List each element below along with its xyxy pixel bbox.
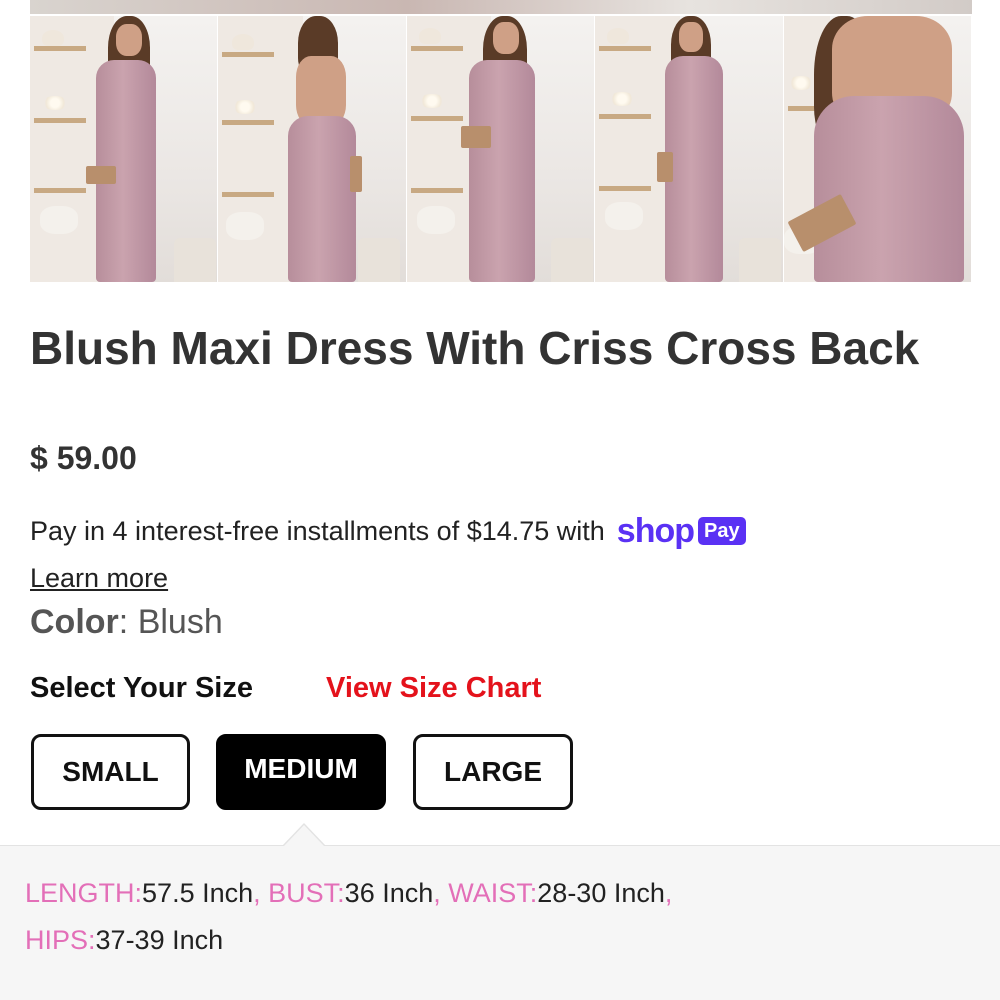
hips-value: 37-39 Inch [95,925,224,955]
measurements-line-1: LENGTH:57.5 Inch, BUST:36 Inch, WAIST:28… [25,878,672,909]
waist-value: 28-30 Inch [537,878,665,908]
size-measurements-panel [0,845,1000,1000]
size-large-button[interactable]: LARGE [413,734,573,810]
product-photo-side[interactable] [595,16,784,282]
color-separator: : [118,603,129,641]
product-title: Blush Maxi Dress With Criss Cross Back [30,322,920,374]
previous-image-strip[interactable] [30,0,972,14]
learn-more-link[interactable]: Learn more [30,563,168,594]
product-image-gallery[interactable] [30,16,972,282]
product-price: $ 59.00 [30,440,137,476]
installments-text: Pay in 4 interest-free installments of $… [30,515,605,546]
size-medium-button[interactable]: MEDIUM [216,734,386,810]
hips-label: HIPS: [25,925,96,955]
installments-message: Pay in 4 interest-free installments of $… [30,514,746,548]
length-value: 57.5 Inch [142,878,254,908]
product-photo-back[interactable] [218,16,407,282]
shop-pay-logo: shop [616,512,695,550]
view-size-chart-link[interactable]: View Size Chart [326,672,541,705]
product-page: Blush Maxi Dress With Criss Cross Back $… [0,0,1000,1000]
product-photo-detail[interactable] [783,16,972,282]
color-label: Color [30,603,119,641]
product-photo-front-wrap[interactable] [406,16,596,282]
size-heading: Select Your Size [30,672,253,704]
bust-value: 36 Inch [344,878,434,908]
waist-label: WAIST: [448,878,538,908]
product-photo-front[interactable] [30,16,219,282]
color-selection: Color: Blush [30,603,223,642]
shop-pay-badge: Pay [698,517,746,545]
panel-caret-fill [284,825,324,846]
bust-label: BUST: [268,878,345,908]
separator: , [433,878,449,908]
color-value: Blush [137,603,223,641]
size-small-button[interactable]: SMALL [31,734,190,810]
separator: , [253,878,269,908]
separator: , [664,878,673,908]
length-label: LENGTH: [25,878,143,908]
measurements-line-2: HIPS:37-39 Inch [25,925,223,956]
